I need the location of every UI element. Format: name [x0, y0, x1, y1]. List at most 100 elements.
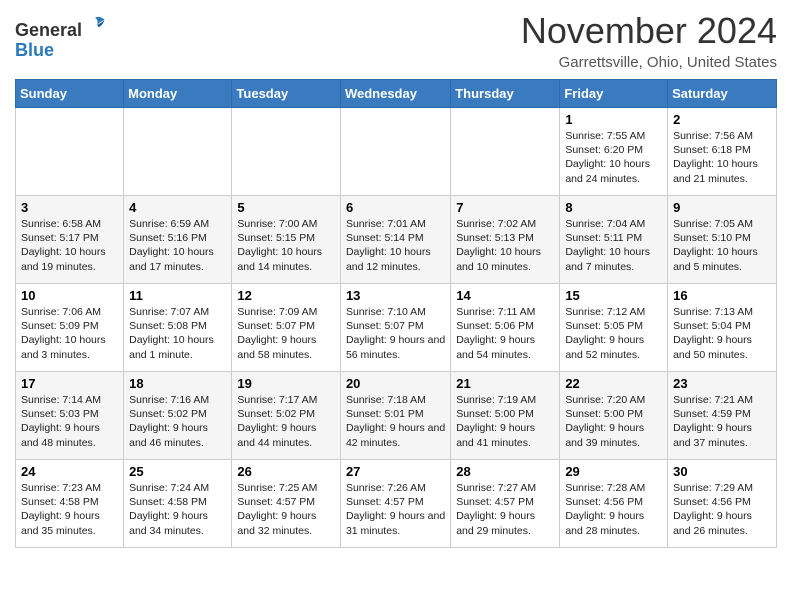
- calendar-cell: 19 Sunrise: 7:17 AM Sunset: 5:02 PM Dayli…: [232, 372, 341, 460]
- day-number: 13: [346, 288, 445, 303]
- day-number: 10: [21, 288, 118, 303]
- day-info: Sunrise: 7:21 AM Sunset: 4:59 PM Dayligh…: [673, 393, 771, 450]
- day-info: Sunrise: 7:20 AM Sunset: 5:00 PM Dayligh…: [565, 393, 662, 450]
- day-number: 27: [346, 464, 445, 479]
- calendar-week-3: 10 Sunrise: 7:06 AM Sunset: 5:09 PM Dayli…: [16, 284, 777, 372]
- day-info: Sunrise: 6:58 AM Sunset: 5:17 PM Dayligh…: [21, 217, 118, 274]
- calendar-cell: 14Sunrise: 7:11 AM Sunset: 5:06 PM Dayli…: [451, 284, 560, 372]
- calendar-cell: 24Sunrise: 7:23 AM Sunset: 4:58 PM Dayli…: [16, 460, 124, 548]
- calendar-cell: 30 Sunrise: 7:29 AM Sunset: 4:56 PM Dayli…: [668, 460, 777, 548]
- calendar-cell: 5 Sunrise: 7:00 AM Sunset: 5:15 PM Daylig…: [232, 196, 341, 284]
- calendar-cell: 17Sunrise: 7:14 AM Sunset: 5:03 PM Dayli…: [16, 372, 124, 460]
- calendar-week-4: 17Sunrise: 7:14 AM Sunset: 5:03 PM Dayli…: [16, 372, 777, 460]
- day-number: 7: [456, 200, 554, 215]
- day-number: 4: [129, 200, 226, 215]
- day-number: 16: [673, 288, 771, 303]
- day-info: Sunrise: 7:13 AM Sunset: 5:04 PM Dayligh…: [673, 305, 771, 362]
- day-number: 29: [565, 464, 662, 479]
- calendar-header-row: SundayMondayTuesdayWednesdayThursdayFrid…: [16, 80, 777, 108]
- calendar-cell: 1Sunrise: 7:55 AM Sunset: 6:20 PM Daylig…: [560, 108, 668, 196]
- page-header: General Blue November 2024 Garrettsville…: [15, 10, 777, 71]
- calendar-cell: 15Sunrise: 7:12 AM Sunset: 5:05 PM Dayli…: [560, 284, 668, 372]
- day-info: Sunrise: 7:29 AM Sunset: 4:56 PM Dayligh…: [673, 481, 771, 538]
- calendar-header: SundayMondayTuesdayWednesdayThursdayFrid…: [16, 80, 777, 108]
- logo-bird-icon: [84, 14, 106, 36]
- column-header-tuesday: Tuesday: [232, 80, 341, 108]
- calendar-table: SundayMondayTuesdayWednesdayThursdayFrid…: [15, 79, 777, 548]
- day-info: Sunrise: 7:26 AM Sunset: 4:57 PM Dayligh…: [346, 481, 445, 538]
- day-number: 5: [237, 200, 335, 215]
- column-header-thursday: Thursday: [451, 80, 560, 108]
- day-number: 8: [565, 200, 662, 215]
- day-number: 6: [346, 200, 445, 215]
- calendar-week-1: 1Sunrise: 7:55 AM Sunset: 6:20 PM Daylig…: [16, 108, 777, 196]
- logo-blue: Blue: [15, 40, 54, 60]
- calendar-cell: 3 Sunrise: 6:58 AM Sunset: 5:17 PM Daylig…: [16, 196, 124, 284]
- day-info: Sunrise: 7:11 AM Sunset: 5:06 PM Dayligh…: [456, 305, 554, 362]
- calendar-cell: 26 Sunrise: 7:25 AM Sunset: 4:57 PM Dayli…: [232, 460, 341, 548]
- calendar-cell: [124, 108, 232, 196]
- day-info: Sunrise: 7:19 AM Sunset: 5:00 PM Dayligh…: [456, 393, 554, 450]
- calendar-cell: 12 Sunrise: 7:09 AM Sunset: 5:07 PM Dayli…: [232, 284, 341, 372]
- calendar-cell: 2 Sunrise: 7:56 AM Sunset: 6:18 PM Daylig…: [668, 108, 777, 196]
- day-info: Sunrise: 7:17 AM Sunset: 5:02 PM Dayligh…: [237, 393, 335, 450]
- calendar-week-5: 24Sunrise: 7:23 AM Sunset: 4:58 PM Dayli…: [16, 460, 777, 548]
- day-info: Sunrise: 7:56 AM Sunset: 6:18 PM Dayligh…: [673, 129, 771, 186]
- day-number: 12: [237, 288, 335, 303]
- location: Garrettsville, Ohio, United States: [521, 54, 777, 71]
- day-info: Sunrise: 7:09 AM Sunset: 5:07 PM Dayligh…: [237, 305, 335, 362]
- calendar-week-2: 3 Sunrise: 6:58 AM Sunset: 5:17 PM Daylig…: [16, 196, 777, 284]
- title-block: November 2024 Garrettsville, Ohio, Unite…: [521, 10, 777, 71]
- day-number: 18: [129, 376, 226, 391]
- day-number: 28: [456, 464, 554, 479]
- day-info: Sunrise: 7:27 AM Sunset: 4:57 PM Dayligh…: [456, 481, 554, 538]
- calendar-cell: 29 Sunrise: 7:28 AM Sunset: 4:56 PM Dayli…: [560, 460, 668, 548]
- calendar-cell: [16, 108, 124, 196]
- column-header-saturday: Saturday: [668, 80, 777, 108]
- day-info: Sunrise: 7:16 AM Sunset: 5:02 PM Dayligh…: [129, 393, 226, 450]
- day-number: 3: [21, 200, 118, 215]
- calendar-cell: 7 Sunrise: 7:02 AM Sunset: 5:13 PM Daylig…: [451, 196, 560, 284]
- column-header-wednesday: Wednesday: [340, 80, 450, 108]
- logo: General Blue: [15, 14, 106, 61]
- calendar-cell: 9Sunrise: 7:05 AM Sunset: 5:10 PM Daylig…: [668, 196, 777, 284]
- day-number: 20: [346, 376, 445, 391]
- logo-text: General Blue: [15, 14, 106, 61]
- day-number: 15: [565, 288, 662, 303]
- day-number: 17: [21, 376, 118, 391]
- column-header-sunday: Sunday: [16, 80, 124, 108]
- calendar-cell: 21 Sunrise: 7:19 AM Sunset: 5:00 PM Dayli…: [451, 372, 560, 460]
- calendar-cell: 10 Sunrise: 7:06 AM Sunset: 5:09 PM Dayli…: [16, 284, 124, 372]
- calendar-cell: [340, 108, 450, 196]
- calendar-body: 1Sunrise: 7:55 AM Sunset: 6:20 PM Daylig…: [16, 108, 777, 548]
- calendar-cell: 28 Sunrise: 7:27 AM Sunset: 4:57 PM Dayli…: [451, 460, 560, 548]
- calendar-cell: 25Sunrise: 7:24 AM Sunset: 4:58 PM Dayli…: [124, 460, 232, 548]
- calendar-cell: 22Sunrise: 7:20 AM Sunset: 5:00 PM Dayli…: [560, 372, 668, 460]
- calendar-cell: 16 Sunrise: 7:13 AM Sunset: 5:04 PM Dayli…: [668, 284, 777, 372]
- calendar-cell: 13Sunrise: 7:10 AM Sunset: 5:07 PM Dayli…: [340, 284, 450, 372]
- calendar-cell: 6 Sunrise: 7:01 AM Sunset: 5:14 PM Daylig…: [340, 196, 450, 284]
- day-info: Sunrise: 7:00 AM Sunset: 5:15 PM Dayligh…: [237, 217, 335, 274]
- day-info: Sunrise: 7:04 AM Sunset: 5:11 PM Dayligh…: [565, 217, 662, 274]
- month-title: November 2024: [521, 10, 777, 52]
- day-info: Sunrise: 7:25 AM Sunset: 4:57 PM Dayligh…: [237, 481, 335, 538]
- day-number: 30: [673, 464, 771, 479]
- calendar-cell: 20Sunrise: 7:18 AM Sunset: 5:01 PM Dayli…: [340, 372, 450, 460]
- day-number: 24: [21, 464, 118, 479]
- day-number: 2: [673, 112, 771, 127]
- calendar-cell: 4 Sunrise: 6:59 AM Sunset: 5:16 PM Daylig…: [124, 196, 232, 284]
- day-info: Sunrise: 6:59 AM Sunset: 5:16 PM Dayligh…: [129, 217, 226, 274]
- day-number: 19: [237, 376, 335, 391]
- day-number: 23: [673, 376, 771, 391]
- day-info: Sunrise: 7:02 AM Sunset: 5:13 PM Dayligh…: [456, 217, 554, 274]
- day-info: Sunrise: 7:06 AM Sunset: 5:09 PM Dayligh…: [21, 305, 118, 362]
- day-number: 9: [673, 200, 771, 215]
- day-info: Sunrise: 7:07 AM Sunset: 5:08 PM Dayligh…: [129, 305, 226, 362]
- day-info: Sunrise: 7:28 AM Sunset: 4:56 PM Dayligh…: [565, 481, 662, 538]
- day-number: 26: [237, 464, 335, 479]
- day-info: Sunrise: 7:01 AM Sunset: 5:14 PM Dayligh…: [346, 217, 445, 274]
- calendar-cell: 8 Sunrise: 7:04 AM Sunset: 5:11 PM Daylig…: [560, 196, 668, 284]
- day-number: 21: [456, 376, 554, 391]
- day-number: 1: [565, 112, 662, 127]
- calendar-cell: [232, 108, 341, 196]
